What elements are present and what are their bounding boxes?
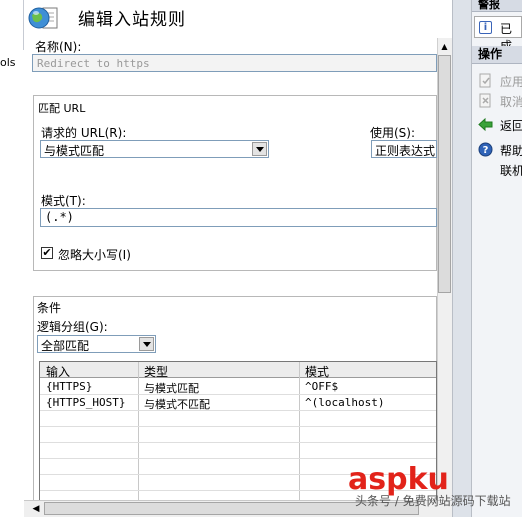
using-select[interactable]: 正则表达式	[371, 140, 437, 158]
left-tree-header	[0, 0, 24, 50]
name-field[interactable]: Redirect to https	[32, 54, 437, 72]
page-title: 编辑入站规则	[78, 10, 186, 30]
logical-grouping-select[interactable]: 全部匹配	[37, 335, 156, 353]
ignore-case-label: 忽略大小写(I)	[58, 248, 131, 262]
alerts-header: 警报	[472, 0, 522, 12]
cancel-icon	[478, 93, 493, 108]
globe-document-icon	[28, 4, 62, 32]
table-cell-type[interactable]: 与模式匹配	[144, 380, 199, 396]
column-divider	[138, 362, 139, 501]
logical-grouping-label: 逻辑分组(G):	[37, 320, 108, 334]
logical-grouping-value: 全部匹配	[41, 339, 90, 353]
match-url-group-title: 匹配 URL	[38, 102, 86, 115]
conditions-group-title: 条件	[37, 301, 62, 315]
ignore-case-checkbox[interactable]: ✔	[41, 247, 53, 259]
table-cell-pattern[interactable]: ^OFF$	[305, 380, 338, 393]
name-label: 名称(N):	[35, 40, 82, 54]
row-divider	[40, 426, 436, 427]
column-header-type[interactable]: 类型	[144, 363, 168, 380]
pattern-field[interactable]: (.*)	[40, 208, 437, 227]
help-icon: ?	[478, 142, 493, 157]
column-divider	[299, 362, 300, 501]
pane-splitter[interactable]	[452, 0, 472, 517]
table-header	[40, 362, 436, 378]
scroll-left-icon[interactable]: ◀	[30, 503, 42, 515]
apply-icon	[478, 73, 493, 88]
row-divider	[40, 394, 436, 395]
table-cell-type[interactable]: 与模式不匹配	[144, 396, 210, 412]
actions-header: 操作	[472, 46, 522, 64]
using-value: 正则表达式	[375, 144, 436, 158]
row-divider	[40, 442, 436, 443]
column-header-input[interactable]: 输入	[46, 363, 70, 380]
match-url-group	[33, 95, 437, 271]
chevron-down-icon[interactable]	[139, 337, 154, 351]
scroll-up-icon[interactable]: ▲	[438, 40, 451, 53]
vertical-scroll-thumb[interactable]	[438, 55, 451, 293]
row-divider	[40, 410, 436, 411]
action-online-help[interactable]: 联机	[500, 162, 522, 179]
chevron-down-icon[interactable]	[252, 142, 267, 156]
row-divider	[40, 458, 436, 459]
requested-url-select[interactable]: 与模式匹配	[40, 140, 269, 158]
info-icon: i	[479, 21, 492, 34]
left-tree-item[interactable]: ols	[0, 56, 22, 70]
left-tree-pane	[0, 0, 24, 517]
action-back[interactable]: 返回	[500, 117, 522, 134]
watermark-caption: 头条号 / 免费网站源码下载站	[355, 494, 511, 508]
requested-url-label: 请求的 URL(R):	[41, 126, 127, 140]
table-cell-pattern[interactable]: ^(localhost)	[305, 396, 384, 409]
table-cell-input[interactable]: {HTTPS}	[46, 380, 92, 393]
svg-text:?: ?	[483, 145, 489, 156]
table-cell-input[interactable]: {HTTPS_HOST}	[46, 396, 125, 409]
action-apply[interactable]: 应用	[500, 73, 522, 90]
pattern-label: 模式(T):	[41, 194, 86, 208]
action-cancel[interactable]: 取消	[500, 93, 522, 110]
action-help[interactable]: 帮助	[500, 142, 522, 159]
column-header-pattern[interactable]: 模式	[305, 363, 329, 380]
using-label: 使用(S):	[370, 126, 416, 140]
requested-url-value: 与模式匹配	[44, 144, 105, 158]
back-arrow-icon	[478, 117, 493, 132]
